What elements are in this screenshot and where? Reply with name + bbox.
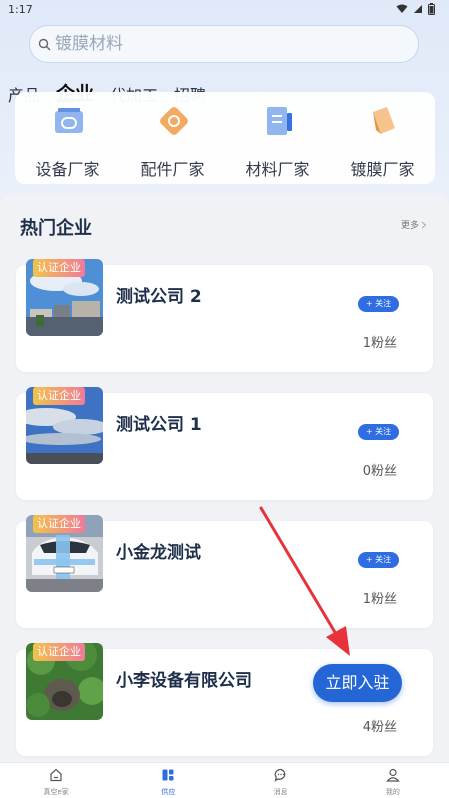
category-panel: 设备厂家 配件厂家 材料厂家 镀膜厂家	[15, 92, 435, 184]
category-materials[interactable]: 材料厂家	[225, 92, 330, 184]
category-coating[interactable]: 镀膜厂家	[330, 92, 435, 184]
fans-count: 4粉丝	[362, 720, 397, 735]
nav-label: 我的	[385, 788, 400, 796]
follow-button[interactable]: + 关注	[358, 552, 399, 568]
company-name: 测试公司 2	[116, 287, 202, 307]
equipment-icon	[55, 108, 83, 133]
category-parts[interactable]: 配件厂家	[120, 92, 225, 184]
certified-badge: 认证企业	[33, 387, 85, 405]
nav-home[interactable]: 真空e家	[0, 763, 112, 798]
battery-icon	[428, 3, 435, 15]
nav-messages[interactable]: 消息	[225, 763, 337, 798]
category-label: 设备厂家	[35, 160, 100, 179]
category-label: 配件厂家	[140, 160, 205, 179]
materials-icon	[267, 107, 292, 135]
status-bar: 1:17	[0, 0, 449, 20]
company-name: 小李设备有限公司	[116, 671, 252, 691]
category-label: 材料厂家	[245, 160, 310, 179]
wifi-icon	[396, 4, 408, 13]
supply-icon	[162, 769, 174, 781]
fans-count: 1粉丝	[362, 336, 397, 351]
join-now-button[interactable]: 立即入驻	[313, 664, 402, 702]
search-bar[interactable]	[29, 25, 419, 63]
company-card[interactable]: 认证企业 小金龙测试 + 关注 1粉丝	[16, 515, 433, 628]
certified-badge: 认证企业	[33, 515, 85, 533]
status-icons	[396, 3, 435, 15]
fans-count: 0粉丝	[362, 464, 397, 479]
status-time: 1:17	[8, 3, 33, 16]
company-name: 测试公司 1	[116, 415, 202, 435]
coating-icon	[373, 107, 395, 134]
more-label: 更多	[400, 221, 419, 231]
bottom-nav: 真空e家 供应 消息 我的	[0, 762, 449, 798]
company-name: 小金龙测试	[116, 543, 201, 563]
company-card[interactable]: 认证企业 测试公司 2 + 关注 1粉丝	[16, 259, 433, 372]
parts-icon	[160, 107, 188, 135]
nav-supply[interactable]: 供应	[112, 763, 224, 798]
home-icon	[50, 768, 62, 782]
follow-button[interactable]: + 关注	[358, 424, 399, 440]
follow-button[interactable]: + 关注	[358, 296, 399, 312]
company-card[interactable]: 认证企业 测试公司 1 + 关注 0粉丝	[16, 387, 433, 500]
search-input[interactable]	[55, 34, 375, 54]
fans-count: 1粉丝	[362, 592, 397, 607]
more-link[interactable]: 更多	[401, 218, 427, 231]
profile-icon	[386, 768, 400, 782]
category-equipment[interactable]: 设备厂家	[15, 92, 120, 184]
nav-label: 供应	[161, 788, 176, 796]
certified-badge: 认证企业	[33, 259, 85, 277]
certified-badge: 认证企业	[33, 643, 85, 661]
signal-icon	[414, 5, 422, 13]
category-label: 镀膜厂家	[350, 160, 415, 179]
nav-label: 消息	[273, 788, 288, 796]
message-icon	[274, 768, 285, 782]
section-title: 热门企业	[20, 218, 92, 239]
chevron-right-icon	[421, 221, 427, 228]
nav-label: 真空e家	[43, 788, 69, 796]
nav-profile[interactable]: 我的	[337, 763, 449, 798]
search-icon	[38, 38, 51, 50]
